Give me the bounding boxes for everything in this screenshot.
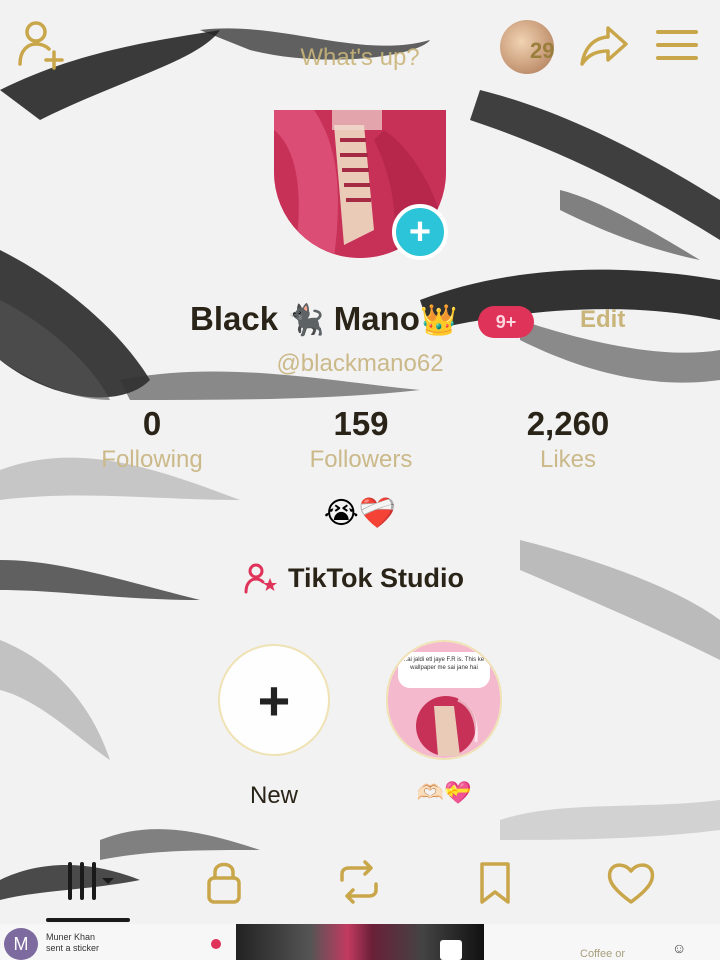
followers-label: Followers bbox=[309, 446, 413, 473]
display-name-first: Black bbox=[190, 300, 279, 337]
repost-icon[interactable] bbox=[330, 858, 390, 908]
likes-count: 2,260 bbox=[526, 405, 610, 442]
new-highlight-label: New bbox=[249, 782, 298, 809]
hamburger-menu-icon[interactable] bbox=[654, 26, 700, 64]
tiktok-studio-button[interactable]: TikTok Studio bbox=[244, 562, 464, 594]
tiktok-studio-label: TikTok Studio bbox=[288, 562, 465, 593]
notification-count: 29 bbox=[530, 38, 555, 63]
stat-following[interactable]: 0 Following bbox=[67, 405, 237, 477]
bookmark-icon[interactable] bbox=[466, 858, 526, 908]
lock-icon[interactable] bbox=[196, 858, 256, 908]
thumbnail-icon bbox=[440, 940, 462, 960]
unread-dot bbox=[211, 939, 221, 949]
sender-avatar[interactable]: M bbox=[4, 928, 38, 960]
bio: 😭❤️‍🩹 bbox=[323, 497, 397, 530]
person-star-icon bbox=[244, 563, 277, 594]
plus-icon: + bbox=[257, 668, 291, 732]
new-highlight-button[interactable]: + bbox=[218, 644, 330, 756]
following-label: Following bbox=[101, 446, 203, 473]
video-caption: Coffee or bbox=[580, 948, 626, 960]
highlight-caption: ..ai jaldi etl jaye F.R is. This ke wall… bbox=[398, 652, 490, 688]
sender-name: Muner Khan bbox=[46, 932, 96, 942]
active-tab-indicator bbox=[46, 918, 130, 922]
sender-message: sent a sticker bbox=[46, 943, 100, 953]
display-name: Black 🐈‍⬛ Mano👑 bbox=[190, 300, 457, 338]
username: @blackmano62 bbox=[276, 350, 444, 377]
followers-count: 159 bbox=[333, 405, 389, 442]
add-photo-button[interactable]: + bbox=[392, 204, 448, 260]
crown-emoji: 👑 bbox=[419, 304, 458, 337]
likes-label: Likes bbox=[539, 446, 597, 473]
highlight-item-label: 🫶🏻💝 bbox=[416, 780, 472, 805]
cat-emoji: 🐈‍⬛ bbox=[287, 304, 325, 337]
stat-followers[interactable]: 159 Followers bbox=[276, 405, 446, 477]
grid-icon[interactable] bbox=[62, 858, 122, 908]
heart-icon[interactable] bbox=[602, 858, 662, 908]
stat-likes[interactable]: 2,260 Likes bbox=[483, 405, 653, 477]
display-name-last: Mano bbox=[333, 300, 420, 337]
add-friend-icon[interactable] bbox=[14, 18, 70, 70]
level-badge[interactable]: 9+ bbox=[478, 306, 534, 338]
highlight-item[interactable]: ..ai jaldi etl jaye F.R is. This ke wall… bbox=[386, 640, 502, 760]
edit-profile-button[interactable]: Edit bbox=[580, 306, 625, 334]
status-prompt[interactable]: What's up? bbox=[300, 40, 420, 76]
share-arrow-icon[interactable] bbox=[578, 22, 630, 68]
notification-preview[interactable]: Muner Khan sent a sticker bbox=[46, 932, 99, 954]
person-icon: ☺ bbox=[672, 940, 687, 956]
following-count: 0 bbox=[142, 405, 162, 442]
